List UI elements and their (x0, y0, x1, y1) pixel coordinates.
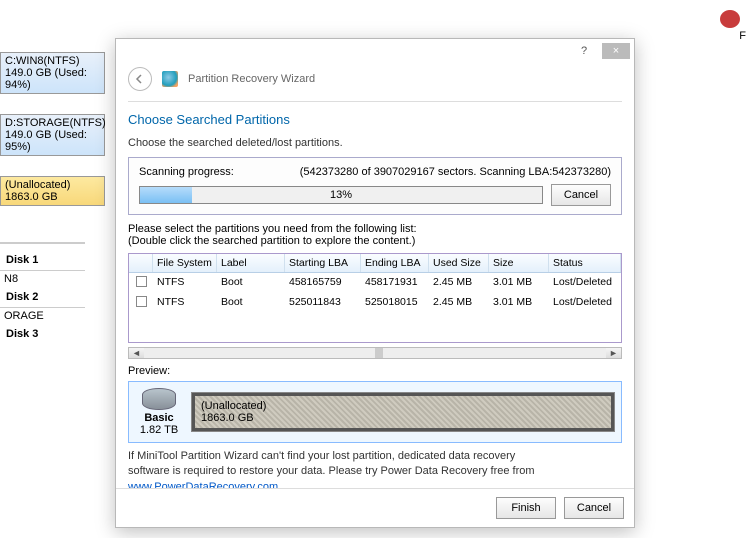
partition-recovery-dialog: ? × Partition Recovery Wizard Choose Sea… (115, 38, 635, 528)
col-used-size[interactable]: Used Size (429, 254, 489, 272)
scroll-left-button[interactable]: ◄ (129, 348, 144, 358)
app-icon (162, 71, 178, 87)
scan-progress-box: Scanning progress: (542373280 of 3907029… (128, 157, 622, 215)
partition-table: File System Label Starting LBA Ending LB… (128, 253, 622, 343)
preview-box: Basic 1.82 TB (Unallocated) 1863.0 GB (128, 381, 622, 443)
bg-partition: (Unallocated) 1863.0 GB (0, 176, 105, 206)
list-hint-2: (Double click the searched partition to … (128, 235, 622, 247)
col-filesystem[interactable]: File System (153, 254, 217, 272)
scan-status: (542373280 of 3907029167 sectors. Scanni… (300, 166, 611, 178)
close-button[interactable]: × (602, 43, 630, 59)
table-row[interactable]: NTFS Boot 525011843 525018015 2.45 MB 3.… (129, 293, 621, 313)
dialog-title: Partition Recovery Wizard (188, 73, 315, 85)
finish-button[interactable]: Finish (496, 497, 556, 519)
scan-label: Scanning progress: (139, 166, 234, 178)
preview-partition-block[interactable]: (Unallocated) 1863.0 GB (191, 392, 615, 432)
cancel-button[interactable]: Cancel (564, 497, 624, 519)
col-size[interactable]: Size (489, 254, 549, 272)
recovery-link[interactable]: www.PowerDataRecovery.com (128, 481, 278, 488)
preview-label: Preview: (128, 365, 622, 377)
row-checkbox[interactable] (136, 296, 147, 307)
progress-bar: 13% (139, 186, 543, 204)
disk-icon (142, 388, 176, 410)
col-starting-lba[interactable]: Starting LBA (285, 254, 361, 272)
progress-text: 13% (330, 189, 352, 201)
scan-cancel-button[interactable]: Cancel (551, 184, 611, 206)
scroll-right-button[interactable]: ► (606, 348, 621, 358)
help-button[interactable]: ? (570, 43, 598, 59)
bg-partition: C:WIN8(NTFS) 149.0 GB (Used: 94%) (0, 52, 105, 94)
col-label[interactable]: Label (217, 254, 285, 272)
progress-fill (140, 187, 192, 203)
table-row[interactable]: NTFS Boot 458165759 458171931 2.45 MB 3.… (129, 273, 621, 293)
footnote: If MiniTool Partition Wizard can't find … (128, 449, 622, 488)
row-checkbox[interactable] (136, 276, 147, 287)
instruction-text: Choose the searched deleted/lost partiti… (128, 137, 622, 149)
bg-partition: D:STORAGE(NTFS) 149.0 GB (Used: 95%) (0, 114, 105, 156)
horizontal-scrollbar[interactable]: ◄ ► (128, 347, 622, 359)
section-title: Choose Searched Partitions (128, 110, 622, 137)
col-ending-lba[interactable]: Ending LBA (361, 254, 429, 272)
col-status[interactable]: Status (549, 254, 621, 272)
top-right-letter: F (739, 30, 746, 42)
back-button[interactable] (128, 67, 152, 91)
list-hint: Please select the partitions you need fr… (128, 223, 622, 235)
arrow-left-icon (134, 73, 146, 85)
